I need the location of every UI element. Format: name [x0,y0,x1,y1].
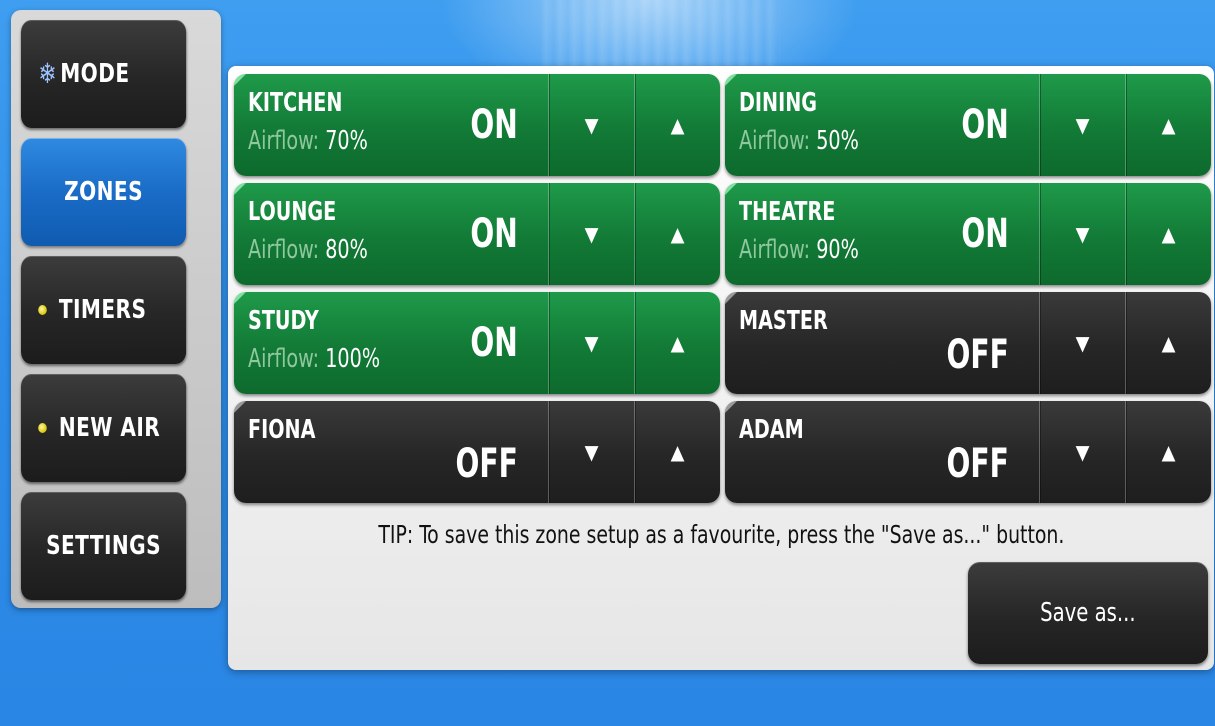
triangle-up-icon: ▲ [1161,222,1176,246]
zone-airflow: Airflow: 100% [248,344,380,374]
airflow-down-button[interactable]: ▼ [1039,401,1125,503]
new-air-indicator-dot [38,423,47,433]
save-as-button[interactable]: Save as... [968,562,1208,664]
triangle-up-icon: ▲ [670,440,685,464]
triangle-down-icon: ▼ [584,113,599,137]
zone-toggle[interactable]: THEATRE Airflow: 90% ON [725,183,1039,285]
airflow-up-button[interactable]: ▲ [1125,401,1211,503]
zone-name: ADAM [739,415,804,445]
airflow-down-button[interactable]: ▼ [548,292,634,394]
airflow-up-button[interactable]: ▲ [1125,183,1211,285]
zone-name: KITCHEN [248,88,343,118]
airflow-up-button[interactable]: ▲ [1125,74,1211,176]
sidebar: ❄ MODE ZONES TIMERS NEW AIR SETTINGS [11,10,221,608]
zone-airflow: Airflow: 90% [739,235,859,265]
nav-new-air-button[interactable]: NEW AIR [21,374,187,482]
zone-airflow: Airflow: 70% [248,126,368,156]
airflow-value: 100% [325,344,381,374]
zone-state: ON [470,211,518,257]
airflow-value: 50% [816,126,859,156]
nav-zones-button[interactable]: ZONES [21,138,187,246]
triangle-down-icon: ▼ [1075,440,1090,464]
tip-text: TIP: To save this zone setup as a favour… [377,520,1065,549]
zone-card-study: STUDY Airflow: 100% ON ▼ ▲ [234,292,720,394]
zone-state: OFF [455,441,518,487]
zone-name: FIONA [248,415,316,445]
snowflake-icon: ❄ [38,57,57,90]
airflow-up-button[interactable]: ▲ [634,401,720,503]
triangle-down-icon: ▼ [1075,222,1090,246]
zone-card-lounge: LOUNGE Airflow: 80% ON ▼ ▲ [234,183,720,285]
zone-toggle[interactable]: STUDY Airflow: 100% ON [234,292,548,394]
zone-name: STUDY [248,306,319,336]
zone-card-adam: ADAM OFF ▼ ▲ [725,401,1211,503]
zone-state: ON [470,320,518,366]
triangle-up-icon: ▲ [670,222,685,246]
zone-card-fiona: FIONA OFF ▼ ▲ [234,401,720,503]
triangle-up-icon: ▲ [670,331,685,355]
triangle-down-icon: ▼ [584,440,599,464]
triangle-down-icon: ▼ [584,222,599,246]
zone-toggle[interactable]: KITCHEN Airflow: 70% ON [234,74,548,176]
zone-toggle[interactable]: FIONA OFF [234,401,548,503]
tip-text-container: TIP: To save this zone setup as a favour… [228,520,1214,549]
nav-zones-label: ZONES [64,177,144,207]
airflow-down-button[interactable]: ▼ [1039,292,1125,394]
save-as-label: Save as... [1040,598,1136,628]
nav-mode-label: MODE [60,59,130,89]
zone-airflow: Airflow: 80% [248,235,368,265]
nav-settings-label: SETTINGS [46,531,162,561]
triangle-down-icon: ▼ [1075,113,1090,137]
zone-name: THEATRE [739,197,836,227]
zone-card-kitchen: KITCHEN Airflow: 70% ON ▼ ▲ [234,74,720,176]
zones-panel: KITCHEN Airflow: 70% ON ▼ ▲ DINING Airfl… [228,66,1214,670]
zone-state: ON [470,102,518,148]
zone-state: ON [961,102,1009,148]
zone-name: MASTER [739,306,828,336]
zone-state: OFF [946,441,1009,487]
zone-toggle[interactable]: ADAM OFF [725,401,1039,503]
triangle-up-icon: ▲ [670,113,685,137]
triangle-down-icon: ▼ [1075,331,1090,355]
zone-toggle[interactable]: MASTER OFF [725,292,1039,394]
airflow-down-button[interactable]: ▼ [548,183,634,285]
zone-state: OFF [946,332,1009,378]
airflow-down-button[interactable]: ▼ [1039,74,1125,176]
zone-airflow: Airflow: 50% [739,126,859,156]
airflow-value: 70% [325,126,368,156]
airflow-up-button[interactable]: ▲ [634,292,720,394]
airflow-down-button[interactable]: ▼ [1039,183,1125,285]
airflow-value: 90% [816,235,859,265]
zone-card-dining: DINING Airflow: 50% ON ▼ ▲ [725,74,1211,176]
triangle-up-icon: ▲ [1161,331,1176,355]
airflow-value: 80% [325,235,368,265]
zone-name: DINING [739,88,818,118]
nav-settings-button[interactable]: SETTINGS [21,492,187,600]
airflow-label: Airflow: [739,126,811,156]
zone-card-master: MASTER OFF ▼ ▲ [725,292,1211,394]
airflow-up-button[interactable]: ▲ [634,183,720,285]
zone-state: ON [961,211,1009,257]
triangle-down-icon: ▼ [584,331,599,355]
triangle-up-icon: ▲ [1161,440,1176,464]
nav-new-air-label: NEW AIR [58,413,161,443]
airflow-label: Airflow: [248,126,320,156]
airflow-label: Airflow: [739,235,811,265]
zone-card-theatre: THEATRE Airflow: 90% ON ▼ ▲ [725,183,1211,285]
airflow-label: Airflow: [248,344,320,374]
airflow-down-button[interactable]: ▼ [548,401,634,503]
nav-timers-button[interactable]: TIMERS [21,256,187,364]
airflow-up-button[interactable]: ▲ [634,74,720,176]
zone-toggle[interactable]: DINING Airflow: 50% ON [725,74,1039,176]
nav-mode-button[interactable]: ❄ MODE [21,20,187,128]
airflow-label: Airflow: [248,235,320,265]
triangle-up-icon: ▲ [1161,113,1176,137]
airflow-up-button[interactable]: ▲ [1125,292,1211,394]
zone-toggle[interactable]: LOUNGE Airflow: 80% ON [234,183,548,285]
zone-name: LOUNGE [248,197,337,227]
timers-indicator-dot [38,305,47,315]
nav-timers-label: TIMERS [58,295,147,325]
airflow-down-button[interactable]: ▼ [548,74,634,176]
